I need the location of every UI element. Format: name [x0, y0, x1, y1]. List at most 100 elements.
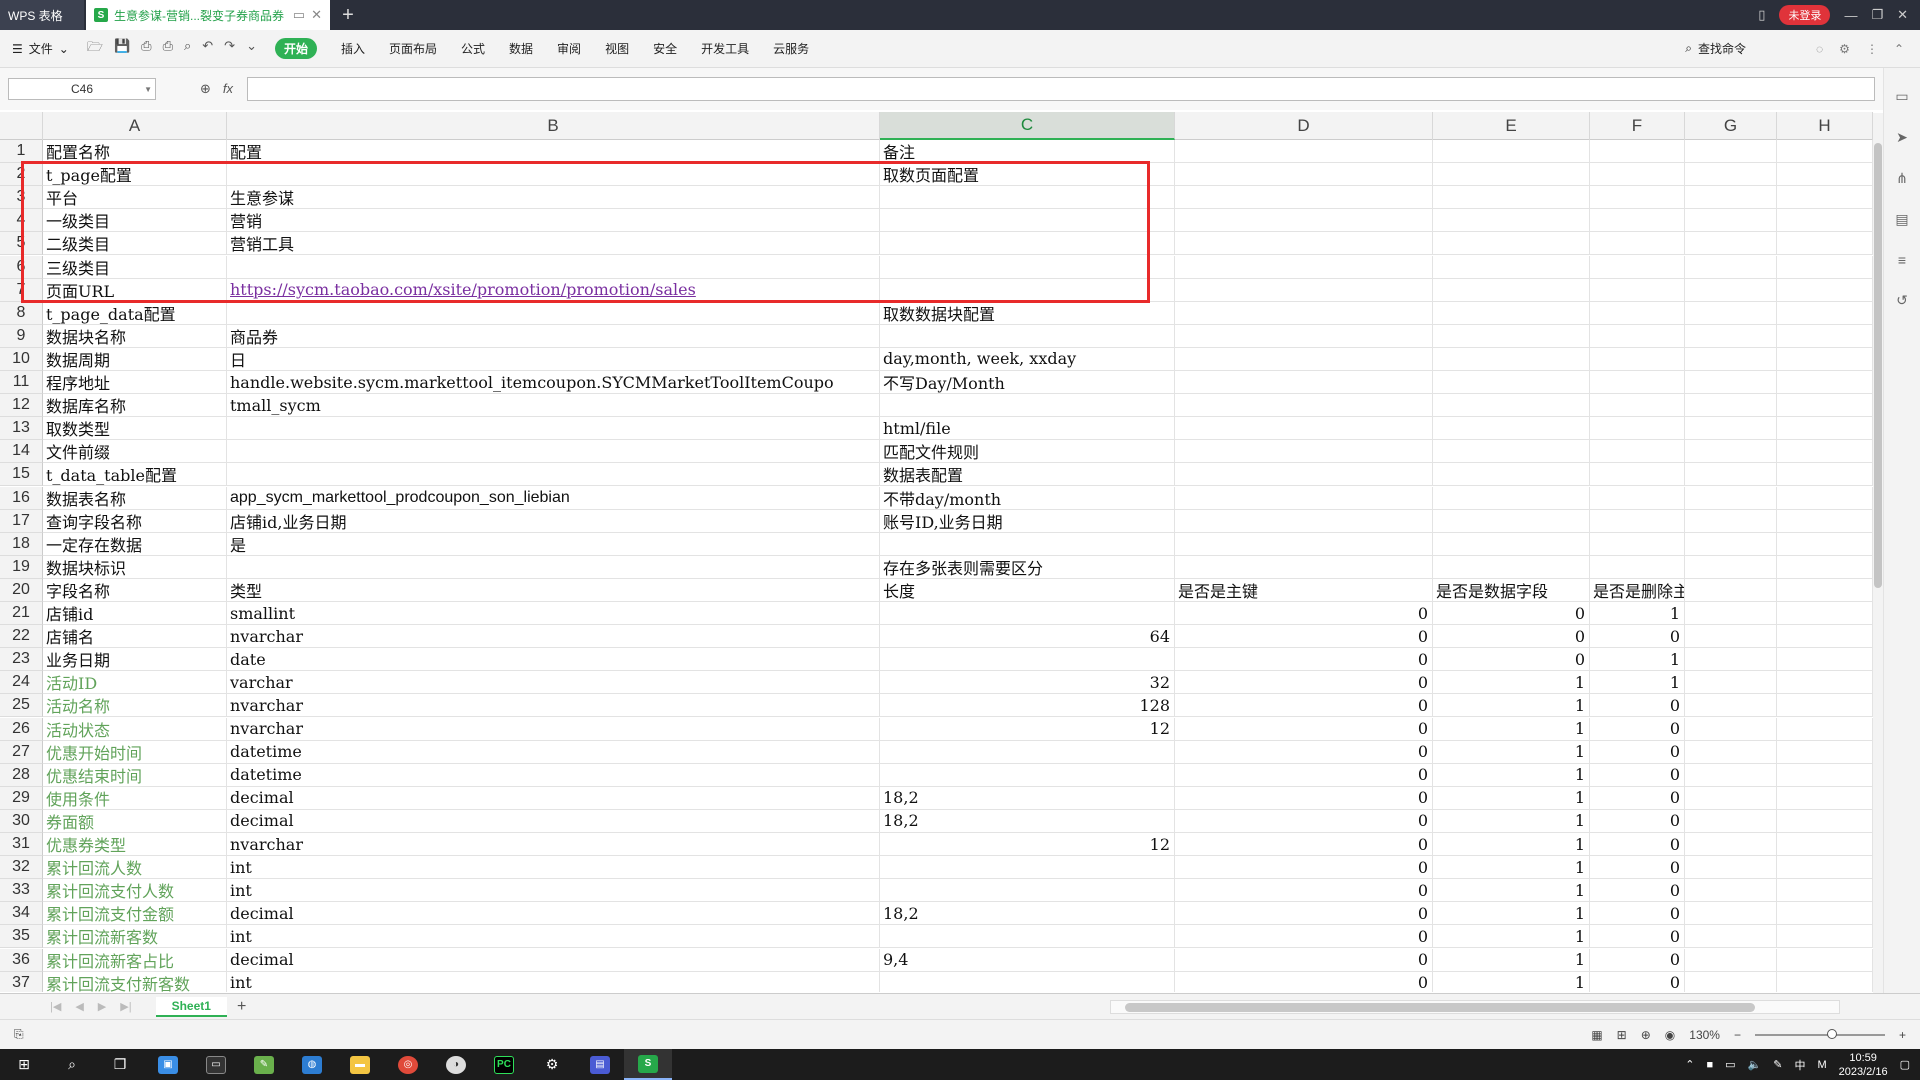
cell-a31[interactable]: 优惠券类型 [43, 833, 227, 857]
cell-b20[interactable]: 类型 [227, 578, 880, 602]
row-header[interactable]: 1 [0, 140, 43, 164]
cell-g11[interactable] [1685, 371, 1777, 395]
eye-protection-icon[interactable]: ◉ [1665, 1028, 1675, 1042]
cell-a17[interactable]: 查询字段名称 [43, 509, 227, 533]
spreadsheet-grid[interactable]: ABCDEFGH 1 配置名称 配置 备注 2 t_page配置 取数页面配置 3 平台 生意参谋… [0, 112, 1873, 992]
cell-a34[interactable]: 累计回流支付金额 [43, 902, 227, 926]
cell-f17[interactable] [1590, 509, 1685, 533]
tab-insert[interactable]: 插入 [341, 40, 365, 57]
cell-f24[interactable]: 1 [1590, 671, 1685, 695]
row-header[interactable]: 36 [0, 948, 43, 972]
tab-data[interactable]: 数据 [509, 40, 533, 57]
save-icon[interactable]: 💾 [114, 38, 130, 60]
cell-b24[interactable]: varchar [227, 671, 880, 695]
cell-b27[interactable]: datetime [227, 740, 880, 764]
vertical-scroll-thumb[interactable] [1874, 143, 1882, 588]
row-header[interactable]: 16 [0, 486, 43, 510]
cell-f25[interactable]: 0 [1590, 694, 1685, 718]
undo-icon[interactable]: ↶ [202, 38, 213, 60]
cell-g34[interactable] [1685, 902, 1777, 926]
cell-c11[interactable]: 不写Day/Month [880, 371, 1175, 395]
cell-b32[interactable]: int [227, 856, 880, 880]
select-all-corner[interactable] [0, 112, 43, 140]
cell-g4[interactable] [1685, 209, 1777, 233]
cell-b5[interactable]: 营销工具 [227, 232, 880, 256]
restore-tab-icon[interactable]: ▭ [293, 7, 305, 23]
cell-h34[interactable] [1777, 902, 1873, 926]
cell-g15[interactable] [1685, 463, 1777, 487]
cell-a3[interactable]: 平台 [43, 186, 227, 210]
ime-language[interactable]: 中 [1794, 1057, 1805, 1073]
cell-a12[interactable]: 数据库名称 [43, 394, 227, 418]
row-header[interactable]: 17 [0, 509, 43, 533]
search-icon[interactable]: ⌕ [48, 1049, 96, 1080]
cell-h20[interactable] [1777, 578, 1873, 602]
cell-d12[interactable] [1175, 394, 1433, 418]
cell-d22[interactable]: 0 [1175, 625, 1433, 649]
redo-icon[interactable]: ↷ [224, 38, 235, 60]
column-header-h[interactable]: H [1777, 112, 1873, 140]
terminal-icon[interactable]: ▭ [192, 1049, 240, 1080]
cell-b17[interactable]: 店铺id,业务日期 [227, 509, 880, 533]
tab-developer[interactable]: 开发工具 [701, 40, 749, 57]
cell-f2[interactable] [1590, 163, 1685, 187]
cell-c20[interactable]: 长度 [880, 578, 1175, 602]
history-icon[interactable]: ↺ [1896, 292, 1908, 309]
cell-b26[interactable]: nvarchar [227, 717, 880, 741]
cell-f10[interactable] [1590, 347, 1685, 371]
cell-d9[interactable] [1175, 324, 1433, 348]
cell-f14[interactable] [1590, 440, 1685, 464]
cell-d23[interactable]: 0 [1175, 648, 1433, 672]
cell-d37[interactable]: 0 [1175, 971, 1433, 992]
cell-d26[interactable]: 0 [1175, 717, 1433, 741]
cell-d36[interactable]: 0 [1175, 948, 1433, 972]
cell-e23[interactable]: 0 [1433, 648, 1590, 672]
cell-e30[interactable]: 1 [1433, 809, 1590, 833]
remote-app-icon[interactable]: ▤ [576, 1049, 624, 1080]
cell-h37[interactable] [1777, 971, 1873, 992]
cell-f35[interactable]: 0 [1590, 925, 1685, 949]
cell-g14[interactable] [1685, 440, 1777, 464]
cell-a11[interactable]: 程序地址 [43, 371, 227, 395]
cell-g33[interactable] [1685, 879, 1777, 903]
cell-a28[interactable]: 优惠结束时间 [43, 763, 227, 787]
cell-f6[interactable] [1590, 255, 1685, 279]
row-header[interactable]: 11 [0, 371, 43, 395]
next-sheet-icon[interactable]: ▶ [98, 1000, 106, 1013]
row-header[interactable]: 6 [0, 255, 43, 279]
export-pdf-icon[interactable]: ⎙ [141, 38, 151, 60]
zoom-slider[interactable] [1754, 1028, 1885, 1039]
cell-d25[interactable]: 0 [1175, 694, 1433, 718]
row-header[interactable]: 19 [0, 555, 43, 579]
close-tab-icon[interactable]: ✕ [311, 7, 322, 23]
tab-formulas[interactable]: 公式 [461, 40, 485, 57]
cell-h16[interactable] [1777, 486, 1873, 510]
cell-h26[interactable] [1777, 717, 1873, 741]
row-header[interactable]: 12 [0, 394, 43, 418]
cell-c7[interactable] [880, 278, 1175, 302]
volume-icon[interactable]: 🔈 [1748, 1058, 1762, 1071]
system-clock[interactable]: 10:59 2023/2/16 [1839, 1051, 1888, 1079]
cell-h3[interactable] [1777, 186, 1873, 210]
cell-f3[interactable] [1590, 186, 1685, 210]
comment-icon[interactable]: ◌ [1816, 42, 1823, 56]
cell-d3[interactable] [1175, 186, 1433, 210]
cell-h17[interactable] [1777, 509, 1873, 533]
column-header-e[interactable]: E [1433, 112, 1590, 140]
row-header[interactable]: 21 [0, 602, 43, 626]
ime-mode[interactable]: M [1817, 1059, 1826, 1071]
column-header-f[interactable]: F [1590, 112, 1685, 140]
zoom-formula-icon[interactable]: ⊕ [200, 81, 211, 97]
collapse-ribbon-icon[interactable]: ⌃ [1894, 42, 1904, 56]
cell-c28[interactable] [880, 763, 1175, 787]
cell-f8[interactable] [1590, 301, 1685, 325]
cell-f13[interactable] [1590, 417, 1685, 441]
zoom-out-icon[interactable]: − [1734, 1028, 1741, 1042]
row-header[interactable]: 2 [0, 163, 43, 187]
cell-e24[interactable]: 1 [1433, 671, 1590, 695]
cell-e25[interactable]: 1 [1433, 694, 1590, 718]
cell-d31[interactable]: 0 [1175, 833, 1433, 857]
notification-icon[interactable]: ▢ [1900, 1058, 1910, 1071]
name-box[interactable]: C46 ▼ [8, 78, 156, 100]
cell-h30[interactable] [1777, 809, 1873, 833]
